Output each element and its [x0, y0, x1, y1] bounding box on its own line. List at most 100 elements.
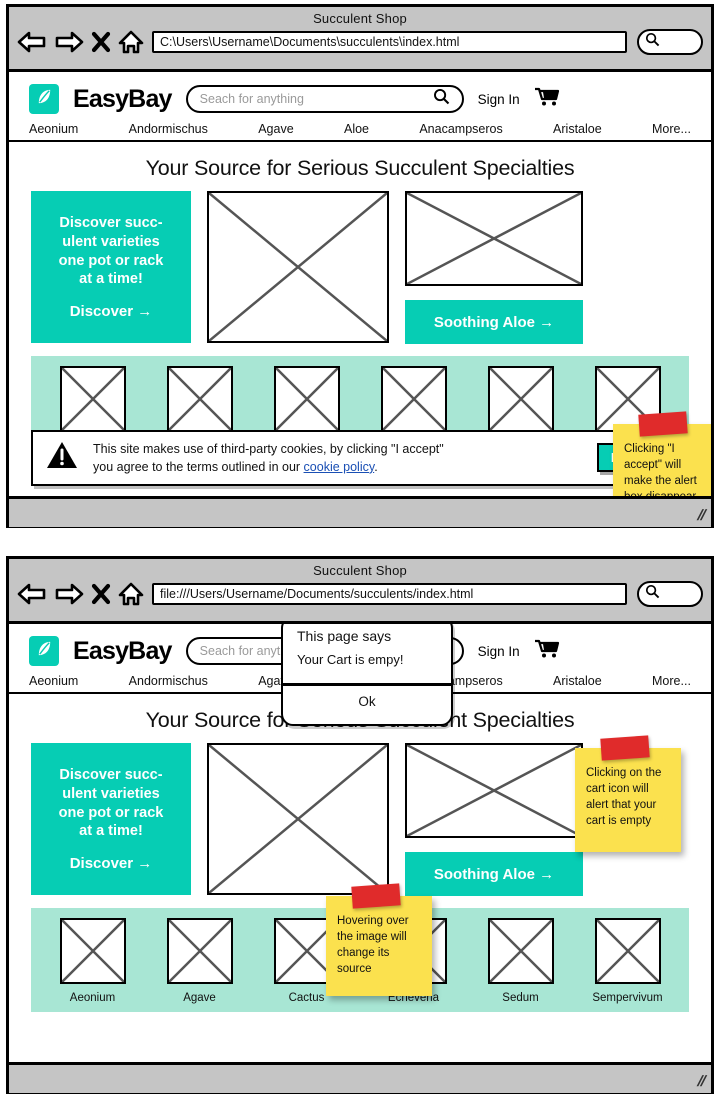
cart-button[interactable]: [534, 86, 560, 112]
gallery-item[interactable]: Sempervivum: [591, 918, 665, 1004]
soothing-aloe-button[interactable]: Soothing Aloe →: [405, 300, 583, 344]
search-icon: [645, 584, 660, 604]
brand-name: EasyBay: [73, 84, 172, 113]
gallery-item[interactable]: [163, 366, 237, 432]
cookie-line-1: This site makes use of third-party cooki…: [93, 441, 444, 456]
browser-chrome-2: Succulent Shop file:///Users/Username/Do…: [9, 559, 711, 621]
brand-logo[interactable]: [29, 84, 59, 114]
gallery-item[interactable]: Agave: [163, 918, 237, 1004]
gallery-item[interactable]: [270, 366, 344, 432]
gallery-item[interactable]: Sedum: [484, 918, 558, 1004]
gallery-image-placeholder[interactable]: [380, 366, 447, 432]
sticky-note-text: Hovering over the image will change its …: [337, 915, 409, 975]
cookie-line-2-pre: you agree to the terms outlined in our: [93, 459, 304, 474]
sticky-note-text: Clicking on the cart icon will alert tha…: [586, 767, 662, 827]
discover-button[interactable]: Discover →: [70, 855, 153, 872]
cookie-line-2-post: .: [374, 459, 378, 474]
search-input[interactable]: Seach for anything: [185, 85, 464, 113]
category-nav: Aeonium Andormischus Agave Aloe Anacamps…: [9, 120, 711, 142]
url-input[interactable]: C:\Users\Username\Documents\succulents\i…: [152, 31, 627, 53]
gallery-item[interactable]: [377, 366, 451, 432]
forward-arrow-icon[interactable]: [54, 582, 84, 606]
sticky-note-text: Clicking "I accept" will make the alert …: [624, 443, 697, 499]
back-arrow-icon[interactable]: [17, 582, 47, 606]
site-header: EasyBay Seach for anything Sign In: [9, 72, 711, 120]
hero-image-placeholder[interactable]: [207, 191, 389, 343]
promo-card: Discover succ-ulent varieties one pot or …: [31, 191, 191, 343]
browser-chrome-1: Succulent Shop C:\Users\Username\Documen…: [9, 7, 711, 69]
nav-item-aeonium[interactable]: Aeonium: [29, 674, 78, 688]
leaf-icon: [35, 639, 54, 663]
cart-button[interactable]: [534, 638, 560, 664]
forward-arrow-icon[interactable]: [54, 30, 84, 54]
nav-item-aloe[interactable]: Aloe: [344, 122, 369, 136]
discover-button[interactable]: Discover →: [70, 303, 153, 320]
sign-in-link[interactable]: Sign In: [478, 92, 520, 107]
home-icon[interactable]: [118, 582, 144, 606]
browser-nav-icons: [17, 582, 144, 606]
window-title: Succulent Shop: [313, 11, 407, 26]
nav-item-more[interactable]: More...: [652, 674, 691, 688]
nav-item-andormischus[interactable]: Andormischus: [129, 674, 208, 688]
close-x-icon[interactable]: [91, 582, 111, 606]
cookie-banner: This site makes use of third-party cooki…: [31, 429, 689, 486]
gallery-image-placeholder[interactable]: [594, 918, 661, 984]
magnifier-icon[interactable]: [433, 88, 450, 110]
promo-text: Discover succ-ulent varieties one pot or …: [58, 767, 164, 840]
gallery-item[interactable]: Aeonium: [56, 918, 130, 1004]
page-title: Your Source for Serious Succulent Specia…: [145, 156, 575, 180]
sticky-note-hover: Hovering over the image will change its …: [326, 883, 432, 996]
url-input[interactable]: file:///Users/Username/Documents/succule…: [152, 583, 627, 605]
nav-item-aristaloe[interactable]: Aristaloe: [553, 122, 602, 136]
promo-text: Discover succ-ulent varieties one pot or …: [58, 215, 164, 288]
cookie-text: This site makes use of third-party cooki…: [93, 440, 583, 476]
sign-in-link[interactable]: Sign In: [478, 644, 520, 659]
browser-window-2: Succulent Shop file:///Users/Username/Do…: [6, 556, 714, 1094]
nav-item-aeonium[interactable]: Aeonium: [29, 122, 78, 136]
resize-grip-icon[interactable]: //: [695, 1073, 707, 1090]
gallery-image-placeholder[interactable]: [166, 918, 233, 984]
browser-search-box[interactable]: [637, 29, 703, 55]
status-bar-2: //: [9, 1065, 711, 1093]
gallery-image-placeholder[interactable]: [59, 366, 126, 432]
gallery-label: Agave: [183, 992, 216, 1004]
status-bar-1: //: [9, 499, 711, 527]
window-title: Succulent Shop: [313, 563, 407, 578]
hero-image-placeholder[interactable]: [207, 743, 389, 895]
cookie-policy-link[interactable]: cookie policy: [304, 460, 375, 474]
brand-name: EasyBay: [73, 636, 172, 665]
aloe-image-placeholder[interactable]: [405, 191, 583, 286]
gallery-label: Cactus: [288, 992, 325, 1004]
gallery-image-placeholder[interactable]: [487, 918, 554, 984]
gallery-item[interactable]: [56, 366, 130, 432]
gallery-image-placeholder[interactable]: [487, 366, 554, 432]
leaf-icon: [35, 87, 54, 111]
hero-section: Discover succ-ulent varieties one pot or …: [9, 191, 711, 344]
home-icon[interactable]: [118, 30, 144, 54]
shopping-cart-icon: [534, 638, 560, 664]
gallery-image-placeholder[interactable]: [273, 366, 340, 432]
dialog-ok-button[interactable]: Ok: [283, 686, 451, 719]
nav-item-anacampseros[interactable]: Anacampseros: [419, 122, 502, 136]
nav-item-agave[interactable]: Agave: [258, 122, 293, 136]
browser-nav-icons: [17, 30, 144, 54]
page-viewport-1: EasyBay Seach for anything Sign In Aeoni…: [9, 69, 711, 499]
close-x-icon[interactable]: [91, 30, 111, 54]
resize-grip-icon[interactable]: //: [695, 507, 707, 524]
sticky-note-cart: Clicking on the cart icon will alert tha…: [575, 735, 681, 852]
category-gallery: [31, 356, 689, 440]
back-arrow-icon[interactable]: [17, 30, 47, 54]
brand-logo[interactable]: [29, 636, 59, 666]
aloe-image-placeholder[interactable]: [405, 743, 583, 838]
nav-item-more[interactable]: More...: [652, 122, 691, 136]
gallery-item[interactable]: [484, 366, 558, 432]
promo-card: Discover succ-ulent varieties one pot or …: [31, 743, 191, 895]
gallery-image-placeholder[interactable]: [166, 366, 233, 432]
nav-item-aristaloe[interactable]: Aristaloe: [553, 674, 602, 688]
browser-search-box[interactable]: [637, 581, 703, 607]
nav-item-andormischus[interactable]: Andormischus: [129, 122, 208, 136]
browser-window-1: Succulent Shop C:\Users\Username\Documen…: [6, 4, 714, 528]
soothing-aloe-button[interactable]: Soothing Aloe →: [405, 852, 583, 896]
gallery-image-placeholder[interactable]: [59, 918, 126, 984]
search-icon: [645, 32, 660, 52]
